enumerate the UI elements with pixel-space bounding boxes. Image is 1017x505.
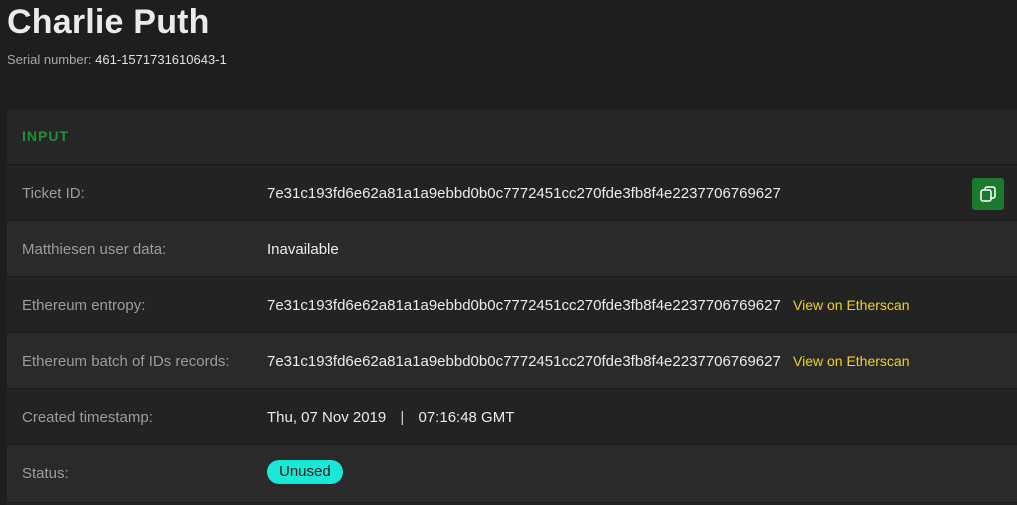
section-header: INPUT bbox=[7, 109, 1017, 165]
user-data-row: Matthiesen user data: Inavailable bbox=[7, 221, 1017, 277]
page: Charlie Puth Serial number: 461-15717316… bbox=[0, 0, 1017, 505]
serial-value: 461-1571731610643-1 bbox=[95, 52, 227, 67]
status-row: Status: Unused bbox=[7, 445, 1017, 503]
timestamp-label: Created timestamp: bbox=[22, 409, 153, 426]
page-title: Charlie Puth bbox=[7, 3, 210, 41]
timestamp-date: Thu, 07 Nov 2019 bbox=[267, 409, 387, 426]
batch-value-wrap: 7e31c193fd6e62a81a1a9ebbd0b0c7772451cc27… bbox=[267, 353, 910, 370]
status-badge: Unused bbox=[267, 460, 343, 484]
batch-etherscan-link[interactable]: View on Etherscan bbox=[793, 353, 909, 369]
entropy-value: 7e31c193fd6e62a81a1a9ebbd0b0c7772451cc27… bbox=[267, 297, 781, 314]
user-data-label: Matthiesen user data: bbox=[22, 241, 167, 258]
ticket-id-value: 7e31c193fd6e62a81a1a9ebbd0b0c7772451cc27… bbox=[267, 185, 781, 202]
batch-label: Ethereum batch of IDs records: bbox=[22, 353, 230, 370]
copy-icon bbox=[980, 186, 996, 202]
batch-row: Ethereum batch of IDs records: 7e31c193f… bbox=[7, 333, 1017, 389]
status-label: Status: bbox=[22, 465, 69, 482]
batch-value: 7e31c193fd6e62a81a1a9ebbd0b0c7772451cc27… bbox=[267, 353, 781, 370]
entropy-row: Ethereum entropy: 7e31c193fd6e62a81a1a9e… bbox=[7, 277, 1017, 333]
input-card: INPUT Ticket ID: 7e31c193fd6e62a81a1a9eb… bbox=[7, 109, 1017, 505]
ticket-id-row: Ticket ID: 7e31c193fd6e62a81a1a9ebbd0b0c… bbox=[7, 165, 1017, 221]
copy-button[interactable] bbox=[972, 178, 1004, 210]
user-data-value: Inavailable bbox=[267, 241, 339, 258]
entropy-value-wrap: 7e31c193fd6e62a81a1a9ebbd0b0c7772451cc27… bbox=[267, 297, 910, 314]
serial-label: Serial number: bbox=[7, 52, 92, 67]
ticket-id-label: Ticket ID: bbox=[22, 185, 85, 202]
timestamp-row: Created timestamp: Thu, 07 Nov 2019 | 07… bbox=[7, 389, 1017, 445]
entropy-etherscan-link[interactable]: View on Etherscan bbox=[793, 297, 909, 313]
section-title: INPUT bbox=[22, 128, 69, 144]
timestamp-separator: | bbox=[400, 409, 405, 426]
timestamp-value: Thu, 07 Nov 2019 | 07:16:48 GMT bbox=[267, 409, 514, 426]
timestamp-time: 07:16:48 GMT bbox=[418, 409, 515, 426]
entropy-label: Ethereum entropy: bbox=[22, 297, 146, 314]
serial-number: Serial number: 461-1571731610643-1 bbox=[7, 52, 227, 68]
